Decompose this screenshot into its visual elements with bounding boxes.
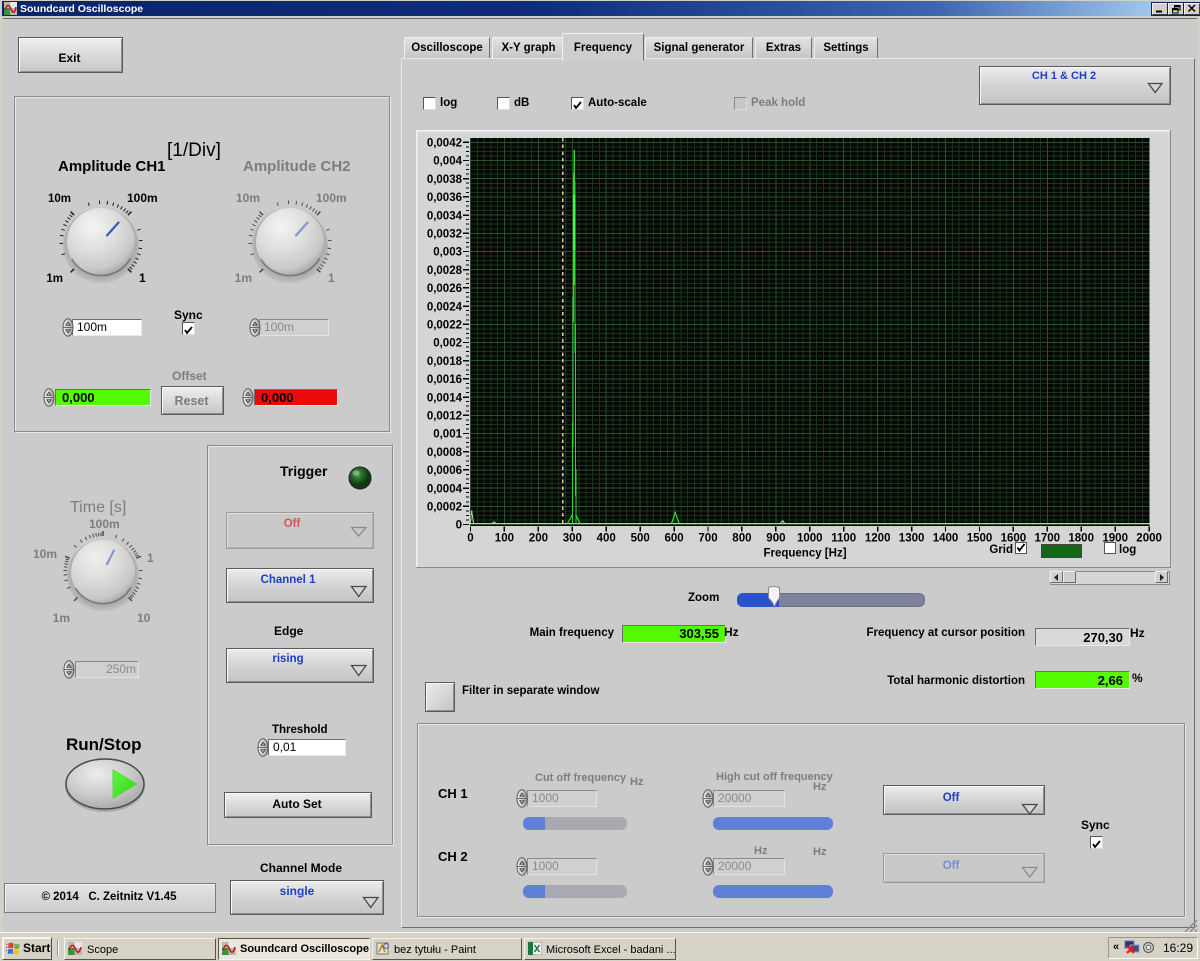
svg-text:0: 0 <box>456 520 462 532</box>
svg-text:0,0038: 0,0038 <box>427 174 463 186</box>
svg-text:1400: 1400 <box>933 533 959 545</box>
svg-text:0,0012: 0,0012 <box>427 411 462 423</box>
svg-text:10m: 10m <box>236 191 260 205</box>
svg-text:10m: 10m <box>48 193 71 205</box>
svg-text:0,0034: 0,0034 <box>427 210 463 222</box>
svg-text:0,0004: 0,0004 <box>427 483 463 495</box>
svg-text:1: 1 <box>139 271 146 285</box>
svg-text:900: 900 <box>766 533 785 545</box>
svg-text:1000: 1000 <box>797 533 823 545</box>
svg-text:Grid: Grid <box>989 544 1013 556</box>
svg-text:1200: 1200 <box>865 533 891 545</box>
svg-text:2000: 2000 <box>1136 533 1162 545</box>
svg-text:0,0022: 0,0022 <box>427 320 462 332</box>
svg-text:600: 600 <box>665 533 684 545</box>
svg-text:10: 10 <box>137 611 151 625</box>
svg-text:0,004: 0,004 <box>433 156 462 168</box>
svg-text:0,0002: 0,0002 <box>427 502 462 514</box>
svg-text:10m: 10m <box>33 547 57 561</box>
svg-text:700: 700 <box>698 533 717 545</box>
svg-text:400: 400 <box>597 533 616 545</box>
svg-text:0,0024: 0,0024 <box>427 301 463 313</box>
svg-text:100: 100 <box>495 533 514 545</box>
svg-text:0,0032: 0,0032 <box>427 229 462 241</box>
svg-text:log: log <box>1119 544 1136 556</box>
svg-text:100m: 100m <box>127 191 158 205</box>
svg-text:1500: 1500 <box>967 533 993 545</box>
svg-text:0,0014: 0,0014 <box>427 392 463 404</box>
svg-text:1100: 1100 <box>831 533 856 545</box>
svg-text:0,0008: 0,0008 <box>427 447 463 459</box>
svg-text:200: 200 <box>529 533 548 545</box>
svg-text:1300: 1300 <box>899 533 925 545</box>
svg-text:1: 1 <box>328 271 335 285</box>
svg-text:100m: 100m <box>89 517 120 531</box>
svg-text:0: 0 <box>467 533 473 545</box>
svg-text:300: 300 <box>563 533 582 545</box>
svg-text:1800: 1800 <box>1068 533 1094 545</box>
svg-text:1: 1 <box>147 551 154 565</box>
svg-text:1m: 1m <box>53 611 70 625</box>
svg-text:1700: 1700 <box>1035 533 1061 545</box>
svg-text:0,0028: 0,0028 <box>427 265 463 277</box>
svg-text:100m: 100m <box>316 191 347 205</box>
svg-text:0,001: 0,001 <box>433 429 462 441</box>
svg-text:Frequency [Hz]: Frequency [Hz] <box>763 548 846 560</box>
svg-text:800: 800 <box>732 533 751 545</box>
svg-text:0,0036: 0,0036 <box>427 192 462 204</box>
svg-text:1m: 1m <box>46 273 63 285</box>
svg-text:0,0016: 0,0016 <box>427 374 462 386</box>
svg-text:0,0018: 0,0018 <box>427 356 463 368</box>
svg-text:0,0006: 0,0006 <box>427 465 462 477</box>
svg-text:500: 500 <box>631 533 650 545</box>
svg-text:1m: 1m <box>235 271 252 285</box>
svg-text:0,0042: 0,0042 <box>427 138 462 150</box>
svg-text:0,0026: 0,0026 <box>427 283 462 295</box>
svg-text:0,002: 0,002 <box>433 338 462 350</box>
svg-text:0,003: 0,003 <box>433 247 462 259</box>
